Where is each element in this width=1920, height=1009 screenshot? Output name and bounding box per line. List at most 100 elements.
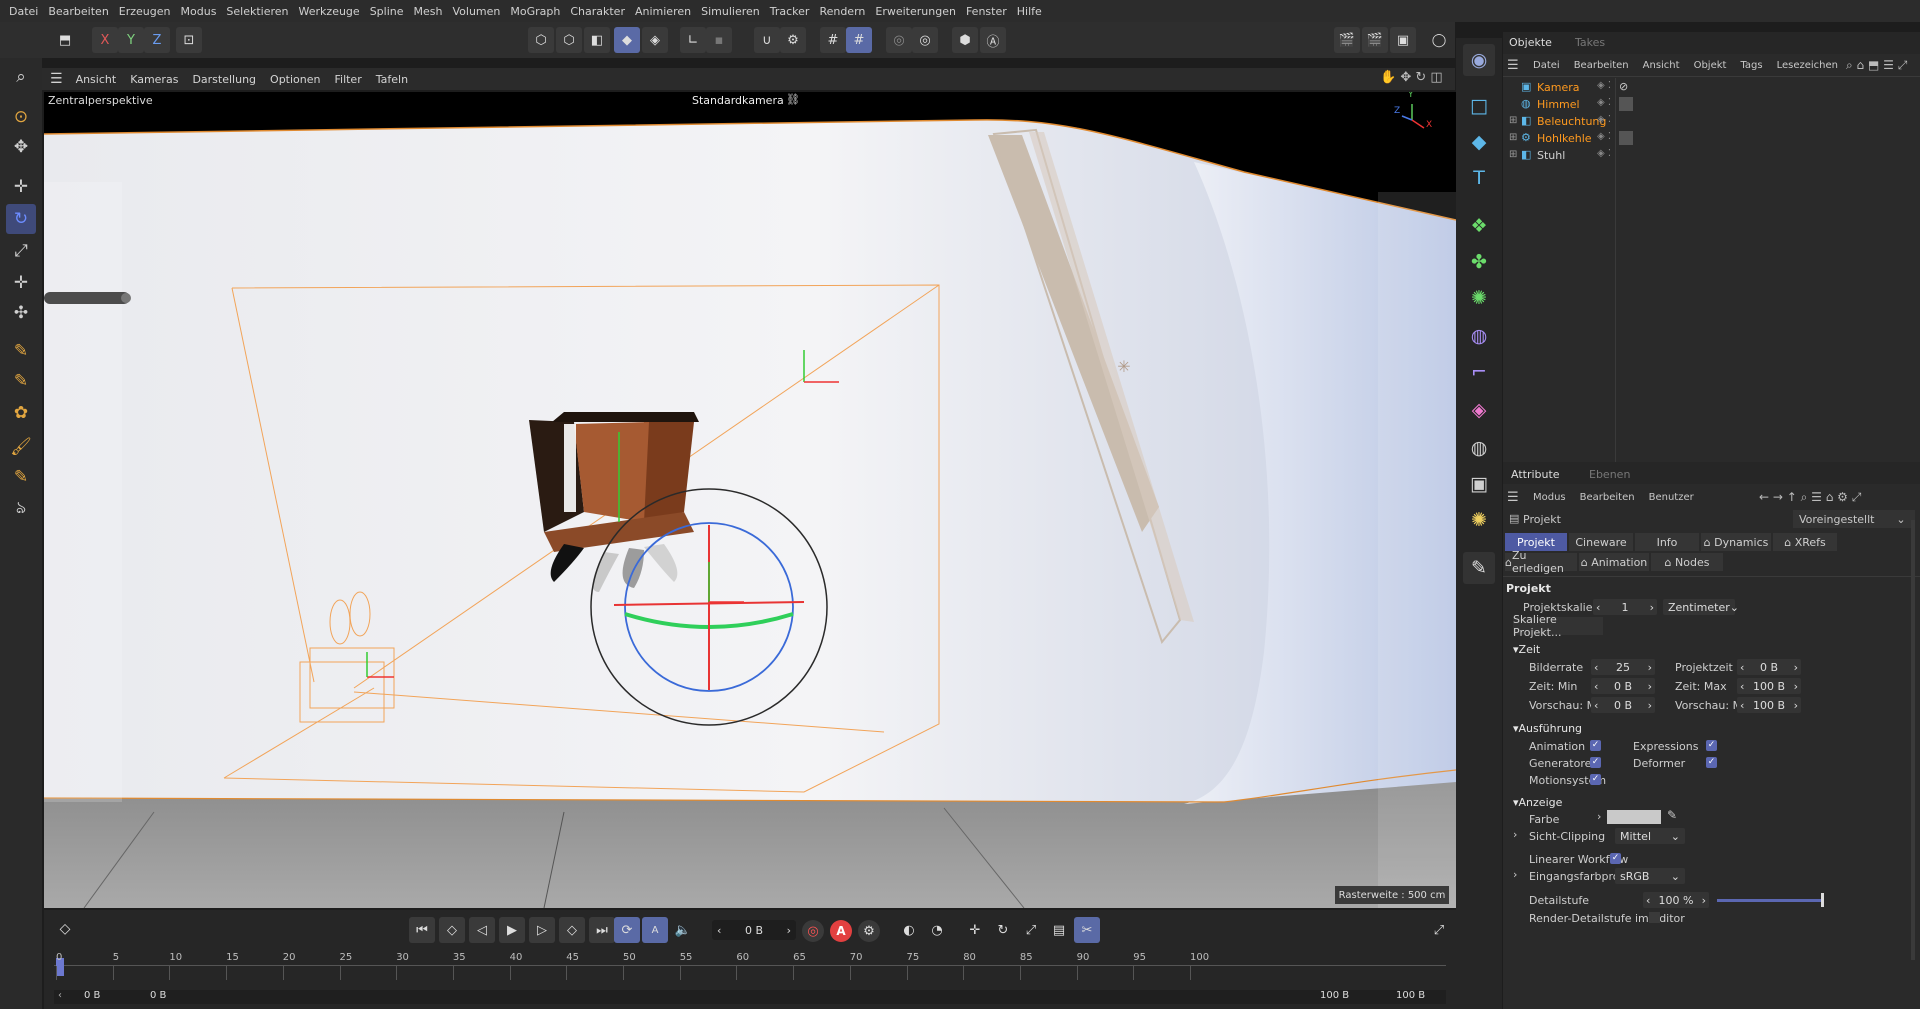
- arrow-right-icon[interactable]: ›: [1648, 699, 1652, 712]
- render-detail-checkbox[interactable]: [1649, 912, 1660, 923]
- rotation-track-icon[interactable]: ↻: [990, 917, 1016, 943]
- eyedropper-icon[interactable]: ✎: [1667, 808, 1677, 822]
- solo-icon[interactable]: ◎: [912, 27, 938, 53]
- arrow-left-icon[interactable]: ‹: [1594, 661, 1598, 674]
- record-icon[interactable]: ◎: [802, 920, 824, 942]
- unit-dropdown[interactable]: Zentimeter ⌄: [1663, 599, 1739, 615]
- tab-ebenen[interactable]: Ebenen: [1589, 468, 1630, 481]
- tag-icon[interactable]: ⊘: [1619, 80, 1633, 94]
- vorschaumax-field[interactable]: ‹ 100 B ›: [1737, 697, 1801, 713]
- object-name[interactable]: Himmel: [1537, 98, 1580, 111]
- object-menu-icon[interactable]: ☰: [1507, 58, 1519, 73]
- next-key-icon[interactable]: ◇: [559, 917, 585, 943]
- cube-outline-icon[interactable]: □: [1463, 90, 1495, 122]
- zeitmin-field[interactable]: ‹ 0 B ›: [1591, 678, 1655, 694]
- projektzeit-field[interactable]: ‹ 0 B ›: [1737, 659, 1801, 675]
- auto-key-icon[interactable]: A: [642, 917, 668, 943]
- scale-track-icon[interactable]: ⤢: [1018, 917, 1044, 943]
- range-bar[interactable]: [54, 990, 1446, 1004]
- tag-icon[interactable]: [1619, 131, 1633, 145]
- menu-item[interactable]: Charakter: [565, 5, 630, 18]
- viewport-menu-icon[interactable]: ☰: [42, 71, 69, 87]
- eingangsfarbprofil-expand-icon[interactable]: ›: [1513, 868, 1517, 881]
- axis-mode-icon[interactable]: ∟: [680, 27, 706, 53]
- sculpt-icon[interactable]: ✎: [6, 462, 36, 492]
- tab-xrefs[interactable]: ⌂ XRefs: [1773, 533, 1837, 551]
- search-icon[interactable]: ⌕: [6, 62, 36, 92]
- attribute-menu-item[interactable]: Bearbeiten: [1580, 492, 1635, 503]
- frame-right-arrow-icon[interactable]: ›: [787, 924, 791, 937]
- generatoren-checkbox[interactable]: ✓: [1590, 757, 1601, 768]
- range-start-field-2[interactable]: 0 B: [150, 990, 166, 1001]
- keyframe-icon[interactable]: ◇: [54, 918, 76, 940]
- object-menu-item[interactable]: Datei: [1533, 60, 1560, 71]
- viewport-solo-icon[interactable]: ⬢: [952, 27, 978, 53]
- skaliere-projekt-button[interactable]: Skaliere Projekt...: [1513, 613, 1603, 639]
- arrow-right-icon[interactable]: ›: [1702, 894, 1706, 907]
- polygons-mode-icon[interactable]: ◧: [584, 27, 610, 53]
- snap-icon[interactable]: #: [820, 27, 846, 53]
- timeline-expand-icon[interactable]: ⤢: [1426, 917, 1452, 943]
- arrow-right-icon[interactable]: ›: [1794, 680, 1798, 693]
- autokey-record-button[interactable]: A: [830, 920, 852, 942]
- visibility-icon[interactable]: ◈ ⁚: [1597, 148, 1611, 159]
- prev-key-icon[interactable]: ◇: [439, 917, 465, 943]
- object-name[interactable]: Hohlkehle: [1537, 132, 1592, 145]
- undo-icon[interactable]: ⬒: [52, 27, 78, 53]
- menu-item[interactable]: Selektieren: [221, 5, 293, 18]
- object-name[interactable]: Stuhl: [1537, 149, 1565, 162]
- camera-icon[interactable]: ▣: [1463, 468, 1495, 500]
- object-menu-item[interactable]: Objekt: [1694, 60, 1727, 71]
- tab-zu-erledigen[interactable]: ⌂ Zu erledigen: [1505, 549, 1577, 575]
- vorschaumin-field[interactable]: ‹ 0 B ›: [1591, 697, 1655, 713]
- attribute-menu-item[interactable]: Benutzer: [1649, 492, 1694, 503]
- menu-item[interactable]: Spline: [365, 5, 409, 18]
- light-icon[interactable]: ✺: [1463, 504, 1495, 536]
- render-icon[interactable]: Ⓐ: [980, 27, 1006, 53]
- detailstufe-field[interactable]: ‹ 100 % ›: [1643, 892, 1709, 908]
- object-row[interactable]: ⊞ ◧ Stuhl ◈ ⁚: [1507, 148, 1907, 164]
- model-mode-icon[interactable]: ◆: [614, 27, 640, 53]
- field-icon[interactable]: ◈: [1463, 394, 1495, 426]
- arrow-right-icon[interactable]: ›: [1650, 601, 1654, 614]
- motionsystem-checkbox[interactable]: ✓: [1590, 774, 1601, 785]
- viewport-menu-item[interactable]: Optionen: [263, 73, 327, 86]
- play-icon[interactable]: ▶: [499, 917, 525, 943]
- tab-info[interactable]: Info: [1635, 533, 1699, 551]
- tab-animation[interactable]: ⌂ Animation: [1579, 553, 1649, 571]
- linearer-checkbox[interactable]: ✓: [1610, 853, 1621, 864]
- param-track-icon[interactable]: ▤: [1046, 917, 1072, 943]
- tab-nodes[interactable]: ⌂ Nodes: [1651, 553, 1723, 571]
- cube-icon[interactable]: ◆: [1463, 126, 1495, 158]
- camera-label[interactable]: Standardkamera: [692, 94, 784, 107]
- arrow-right-icon[interactable]: ›: [1794, 699, 1798, 712]
- bubble-icon[interactable]: ◉: [1463, 44, 1495, 76]
- farbe-swatch[interactable]: [1607, 810, 1661, 824]
- texture-mode-icon[interactable]: ◈: [642, 27, 668, 53]
- tab-attribute[interactable]: Attribute: [1511, 468, 1560, 481]
- bilderrate-field[interactable]: ‹ 25 ›: [1591, 659, 1655, 675]
- menu-item[interactable]: Hilfe: [1012, 5, 1047, 18]
- arrow-left-icon[interactable]: ‹: [1594, 699, 1598, 712]
- visibility-icon[interactable]: ◈ ⁚: [1597, 131, 1611, 142]
- object-name[interactable]: Beleuchtung: [1537, 115, 1606, 128]
- attribute-menu-item[interactable]: Modus: [1533, 492, 1566, 503]
- render-view-icon[interactable]: 🎬: [1334, 27, 1360, 53]
- tab-takes[interactable]: Takes: [1575, 36, 1605, 49]
- range-end-field-2[interactable]: 100 B: [1320, 990, 1349, 1001]
- tag-icon[interactable]: [1619, 97, 1633, 111]
- deformer-checkbox[interactable]: ✓: [1706, 757, 1717, 768]
- viewport-menu-item[interactable]: Ansicht: [69, 73, 124, 86]
- object-menu-item[interactable]: Tags: [1740, 60, 1762, 71]
- points-mode-icon[interactable]: ⬡: [528, 27, 554, 53]
- menu-item[interactable]: Mesh: [409, 5, 448, 18]
- detailstufe-slider-handle[interactable]: [1821, 893, 1824, 907]
- mograph-cloner-icon[interactable]: ❖: [1463, 210, 1495, 242]
- fracture-icon[interactable]: ✤: [1463, 246, 1495, 278]
- text-icon[interactable]: T: [1463, 162, 1495, 194]
- arrow-left-icon[interactable]: ‹: [1740, 680, 1744, 693]
- rotate-tool-icon[interactable]: ↻: [6, 204, 36, 234]
- viewport-menu-item[interactable]: Kameras: [123, 73, 185, 86]
- transfer-tool-icon[interactable]: ✛: [6, 268, 36, 298]
- anzeige-section[interactable]: ▾Anzeige: [1513, 796, 1562, 809]
